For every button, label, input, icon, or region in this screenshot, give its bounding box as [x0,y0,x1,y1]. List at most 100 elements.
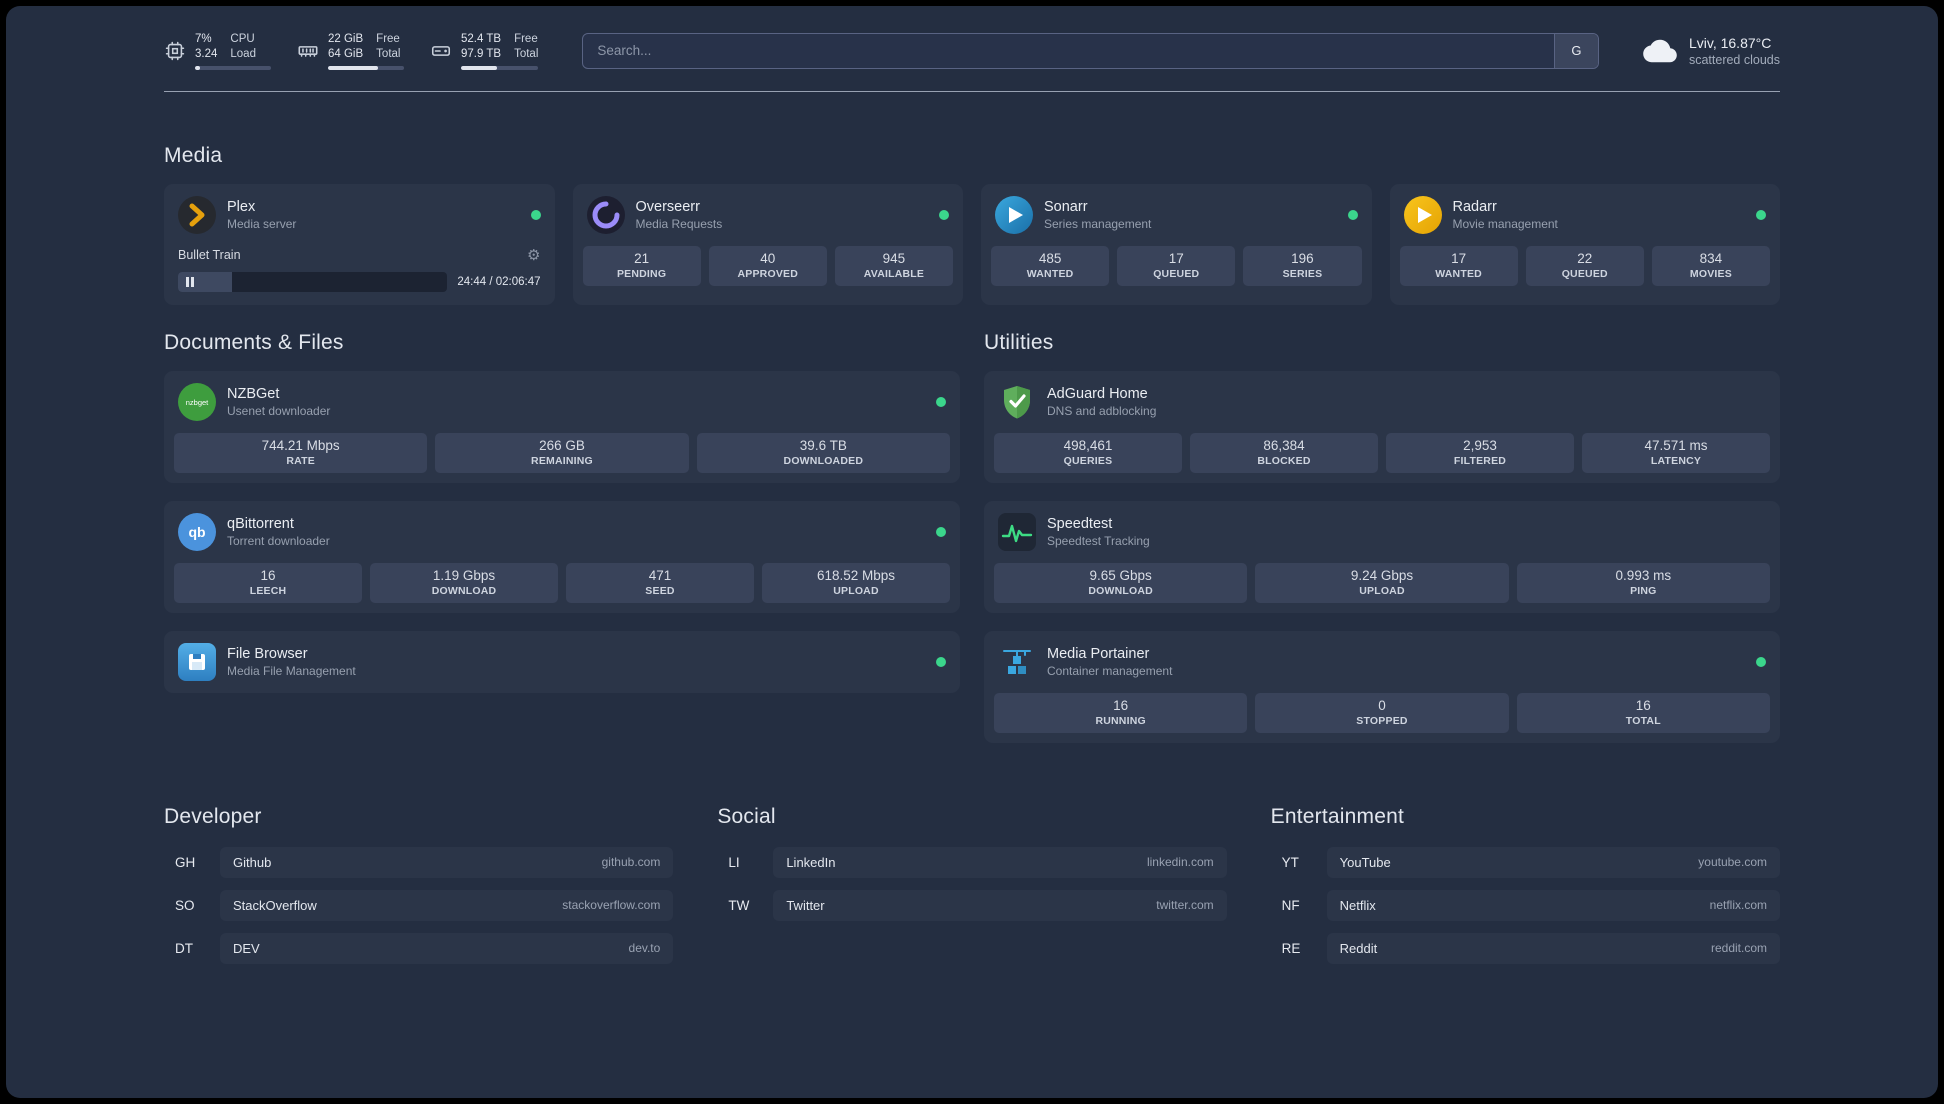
bookmark-abbr: RE [1281,940,1301,956]
service-name: Plex [227,198,256,215]
top-bar: 7% 3.24 CPU Load 22 GiB 64 GiB Free Tota… [164,32,1780,70]
memory-values: 22 GiB 64 GiB [328,33,364,60]
search-input[interactable] [583,33,1554,68]
memory-widget: 22 GiB 64 GiB Free Total [297,32,404,70]
bookmark-title-social: Social [717,804,776,828]
service-name: Radarr [1452,198,1497,215]
service-card-adguard[interactable]: AdGuard Home DNS and adblocking 498,461 … [984,370,1780,483]
bookmark-row-reddit: RE Reddit reddit.com [1271,932,1780,964]
bookmark-abbr: SO [175,897,195,913]
cpu-usage-bar [195,65,271,70]
stat-block: 1.19 Gbps DOWNLOAD [370,562,558,603]
resource-widgets: 7% 3.24 CPU Load 22 GiB 64 GiB Free Tota… [164,32,539,70]
bookmark-link-linkedin[interactable]: LinkedIn linkedin.com [773,846,1227,878]
pause-icon[interactable] [186,276,194,287]
stat-block: 196 SERIES [1243,245,1362,286]
search-provider-button[interactable]: G [1553,33,1598,68]
stat-block: 47.571 ms LATENCY [1582,432,1770,473]
service-card-qbittorrent[interactable]: qb qBittorrent Torrent downloader 16 LEE… [164,500,960,613]
service-subtitle: Media server [227,216,297,231]
stat-block: 266 GB REMAINING [435,432,689,473]
search-bar: G [582,32,1599,69]
stat-block: 498,461 QUERIES [994,432,1182,473]
disk-usage-bar [461,65,539,70]
service-card-sonarr[interactable]: Sonarr Series management 485 WANTED 17 Q… [981,183,1372,305]
service-card-overseerr[interactable]: Overseerr Media Requests 21 PENDING 40 A… [572,183,963,305]
bookmark-row-linkedin: LI LinkedIn linkedin.com [717,846,1227,878]
service-subtitle: Series management [1044,216,1152,231]
group-title-utilities: Utilities [984,330,1054,354]
service-card-portainer[interactable]: Media Portainer Container management 16 … [984,630,1780,743]
svg-text:nzbget: nzbget [186,398,209,407]
bookmark-title-entertainment: Entertainment [1270,804,1404,828]
plex-icon [178,195,216,234]
stat-block: 17 QUEUED [1117,245,1236,286]
service-subtitle: Container management [1047,663,1173,678]
bookmark-link-youtube[interactable]: YouTube youtube.com [1326,846,1780,878]
bookmark-row-netflix: NF Netflix netflix.com [1271,889,1780,921]
stat-block: 744.21 Mbps RATE [174,432,428,473]
bookmark-link-dev[interactable]: DEV dev.to [220,932,674,964]
stat-block: 9.65 Gbps DOWNLOAD [994,562,1248,603]
stat-block: 2,953 FILTERED [1386,432,1574,473]
plex-now-playing: Bullet Train ⚙ 24:44 / 02:06:47 [164,246,555,305]
bookmark-abbr: TW [728,897,750,913]
stat-block: 485 WANTED [991,245,1110,286]
stat-block: 16 RUNNING [994,692,1248,733]
disk-values: 52.4 TB 97.9 TB [461,33,502,60]
bookmark-group-developer: Developer GH Github github.com SO StackO… [164,805,674,976]
svg-text:qb: qb [188,524,205,540]
stat-block: 945 AVAILABLE [834,245,954,286]
memory-icon [297,40,319,62]
status-dot [1756,209,1766,220]
gear-icon[interactable]: ⚙ [527,248,540,263]
service-name: NZBGet [227,385,280,402]
media-grid: Plex Media server Bullet Train ⚙ 24:44 /… [164,183,1780,305]
stat-block: 471 SEED [566,562,754,603]
service-subtitle: DNS and adblocking [1047,403,1157,418]
bookmark-row-dev: DT DEV dev.to [164,932,674,964]
qbittorrent-icon: qb [178,512,216,551]
bookmark-link-github[interactable]: Github github.com [220,846,674,878]
overseerr-icon [586,195,625,234]
weather-condition: scattered clouds [1688,52,1780,67]
playback-progress-bar [178,271,448,292]
bookmark-link-twitter[interactable]: Twitter twitter.com [773,889,1227,921]
bookmark-abbr: GH [175,854,196,870]
service-name: Speedtest [1047,515,1113,532]
speedtest-icon [998,512,1036,551]
service-subtitle: Media File Management [227,663,356,678]
portainer-icon [998,643,1036,681]
cloud-icon [1643,37,1677,65]
bookmark-row-stackoverflow: SO StackOverflow stackoverflow.com [164,889,674,921]
group-documents-files: Documents & Files nzbget NZBGet Usenet d… [164,305,960,693]
service-subtitle: Torrent downloader [227,533,330,548]
service-card-nzbget[interactable]: nzbget NZBGet Usenet downloader 744.21 M… [164,370,960,483]
bookmark-row-twitter: TW Twitter twitter.com [717,889,1227,921]
status-dot [936,526,946,537]
service-card-speedtest[interactable]: Speedtest Speedtest Tracking 9.65 Gbps D… [984,500,1780,613]
service-subtitle: Movie management [1452,216,1558,231]
bookmark-link-netflix[interactable]: Netflix netflix.com [1326,889,1780,921]
service-name: Sonarr [1044,198,1088,215]
middle-columns: Documents & Files nzbget NZBGet Usenet d… [164,305,1780,743]
service-name: Overseerr [635,198,700,215]
cpu-values: 7% 3.24 [195,33,218,60]
service-card-filebrowser[interactable]: File Browser Media File Management [164,630,960,693]
bookmark-link-reddit[interactable]: Reddit reddit.com [1326,932,1780,964]
stat-block: 40 APPROVED [708,245,827,286]
service-card-plex[interactable]: Plex Media server Bullet Train ⚙ 24:44 /… [164,183,555,305]
service-card-radarr[interactable]: Radarr Movie management 17 WANTED 22 QUE… [1389,183,1780,305]
playback-time: 24:44 / 02:06:47 [457,275,541,288]
stat-block: 0 STOPPED [1255,692,1509,733]
service-name: AdGuard Home [1047,385,1148,402]
bookmark-group-entertainment: Entertainment YT YouTube youtube.com NF … [1271,805,1780,976]
disk-widget: 52.4 TB 97.9 TB Free Total [430,32,539,70]
memory-usage-bar [328,65,404,70]
weather-location: Lviv, 16.87°C [1688,34,1772,51]
cpu-widget: 7% 3.24 CPU Load [164,32,271,70]
group-title-documents-files: Documents & Files [164,330,344,354]
stat-block: 0.993 ms PING [1516,562,1770,603]
bookmark-link-stackoverflow[interactable]: StackOverflow stackoverflow.com [220,889,674,921]
top-divider [164,90,1780,92]
